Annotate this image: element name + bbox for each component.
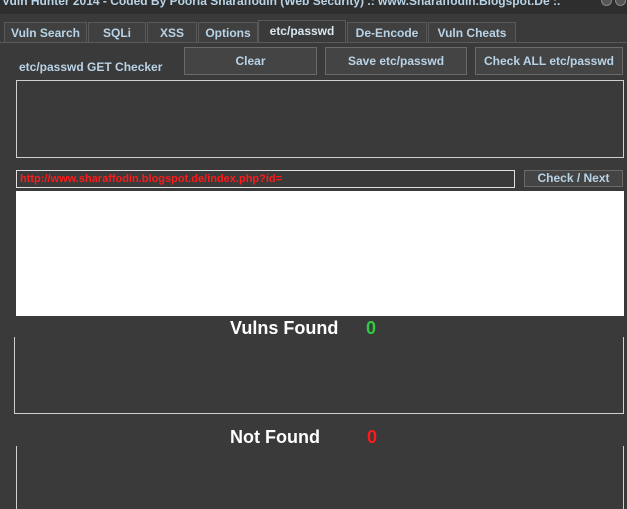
not-found-count: 0 [367, 427, 378, 447]
window-title: Vuln Hunter 2014 - Coded By Pooria Shara… [2, 0, 561, 8]
tab-sqli[interactable]: SQLi [88, 22, 146, 42]
tab-etc-passwd[interactable]: etc/passwd [258, 20, 346, 42]
save-etc-passwd-button[interactable]: Save etc/passwd [325, 47, 467, 75]
response-area[interactable] [16, 191, 624, 316]
close-icon[interactable] [615, 0, 626, 6]
clear-button[interactable]: Clear [184, 47, 317, 75]
url-input[interactable] [16, 170, 515, 188]
not-found-title: Not Found [230, 427, 320, 447]
urls-list-box[interactable] [16, 80, 624, 158]
vulns-found-count: 0 [366, 318, 377, 338]
not-found-box[interactable] [16, 446, 624, 509]
minimize-icon[interactable] [601, 0, 612, 6]
tab-xss[interactable]: XSS [147, 22, 197, 42]
check-next-button[interactable]: Check / Next [524, 170, 623, 187]
vulns-found-title: Vulns Found [230, 318, 339, 338]
vulns-found-box[interactable] [14, 337, 624, 414]
tab-vuln-cheats[interactable]: Vuln Cheats [428, 22, 516, 42]
checker-label: etc/passwd GET Checker [19, 60, 163, 74]
tab-de-encode[interactable]: De-Encode [347, 22, 427, 42]
tab-vuln-search[interactable]: Vuln Search [4, 22, 87, 42]
tab-bar: Vuln Search SQLi XSS Options etc/passwd … [0, 20, 627, 42]
tab-options[interactable]: Options [198, 22, 258, 42]
check-all-etc-passwd-button[interactable]: Check ALL etc/passwd [475, 47, 623, 75]
title-bar: Vuln Hunter 2014 - Coded By Pooria Shara… [0, 0, 627, 14]
